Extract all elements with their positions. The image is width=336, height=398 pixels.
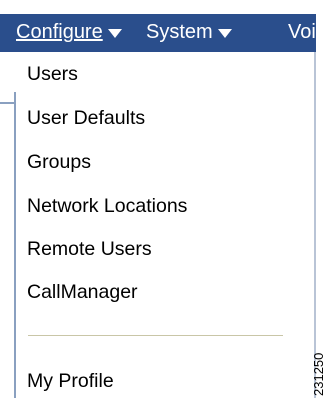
menu-item-network-locations[interactable]: Network Locations [27, 195, 187, 218]
figure-id-label: 231250 [311, 352, 326, 396]
menu-configure-label: Configure [16, 21, 103, 43]
menu-item-remote-users[interactable]: Remote Users [27, 238, 152, 261]
page: Configure System Voi Users User Defaults… [0, 0, 336, 398]
background-rule-horizontal [0, 102, 16, 104]
menu-configure[interactable]: Configure [16, 21, 122, 44]
configure-dropdown-menu: Users User Defaults Groups Network Locat… [16, 52, 316, 398]
menu-item-my-profile[interactable]: My Profile [27, 370, 114, 393]
menu-voice[interactable]: Voi [288, 21, 316, 44]
menu-separator [28, 335, 283, 336]
menu-item-users[interactable]: Users [27, 63, 78, 86]
menu-item-callmanager[interactable]: CallManager [27, 281, 138, 304]
chevron-down-icon [217, 29, 232, 38]
chevron-down-icon [107, 29, 122, 38]
menu-system-label: System [146, 21, 213, 43]
menu-voice-label: Voi [288, 21, 316, 43]
menu-system[interactable]: System [146, 21, 232, 44]
menu-item-groups[interactable]: Groups [27, 151, 91, 174]
menu-bar: Configure System Voi [0, 14, 316, 52]
menu-item-user-defaults[interactable]: User Defaults [27, 107, 145, 130]
